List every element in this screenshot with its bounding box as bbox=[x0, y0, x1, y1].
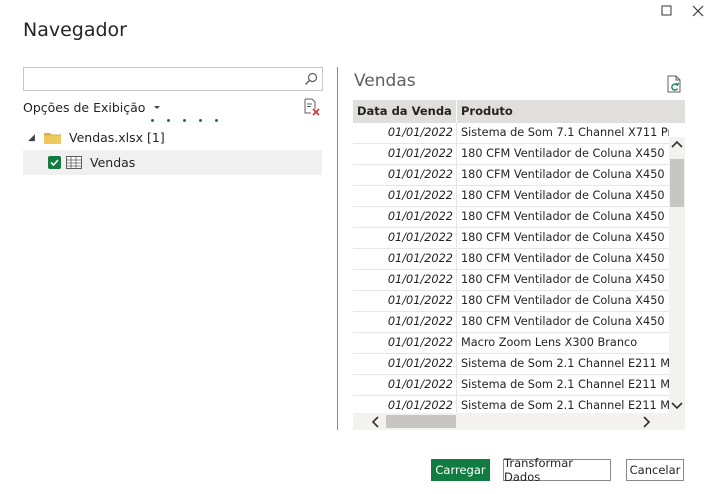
maximize-icon bbox=[661, 5, 672, 16]
grid-header: Data da Venda Produto bbox=[353, 100, 685, 123]
table-row: 01/01/2022 Sistema de Som 2.1 Channel E21… bbox=[353, 354, 669, 375]
cell-product: 180 CFM Ventilador de Coluna X450 Preto bbox=[461, 315, 669, 328]
cell-date: 01/01/2022 bbox=[353, 375, 457, 395]
preview-title: Vendas bbox=[354, 71, 416, 91]
scroll-down-button[interactable] bbox=[669, 399, 685, 413]
cell-product: 180 CFM Ventilador de Coluna X450 Preto bbox=[461, 231, 669, 244]
table-row: 01/01/2022 180 CFM Ventilador de Coluna X… bbox=[353, 165, 669, 186]
chevron-right-icon bbox=[643, 415, 651, 428]
loading-dot bbox=[199, 119, 202, 122]
search-button[interactable] bbox=[300, 68, 322, 90]
cell-date: 01/01/2022 bbox=[353, 270, 457, 290]
maximize-button[interactable] bbox=[657, 2, 677, 20]
cell-date: 01/01/2022 bbox=[353, 354, 457, 374]
cell-date: 01/01/2022 bbox=[353, 144, 457, 164]
cell-product: 180 CFM Ventilador de Coluna X450 Preto bbox=[461, 189, 669, 202]
refresh-icon bbox=[667, 75, 681, 93]
transform-data-button[interactable]: Transformar Dados bbox=[503, 456, 611, 484]
table-row: 01/01/2022 180 CFM Ventilador de Coluna X… bbox=[353, 228, 669, 249]
chevron-down-icon bbox=[154, 105, 161, 109]
tree-item-vendas[interactable]: Vendas bbox=[23, 150, 322, 175]
vertical-scroll-thumb[interactable] bbox=[670, 159, 684, 207]
folder-icon bbox=[44, 133, 61, 144]
table-row: 01/01/2022 180 CFM Ventilador de Coluna X… bbox=[353, 270, 669, 291]
view-options-dropdown[interactable]: Opções de Exibição bbox=[23, 100, 161, 115]
chevron-down-icon bbox=[671, 402, 683, 410]
search-input[interactable] bbox=[24, 68, 301, 90]
scroll-right-button[interactable] bbox=[639, 413, 655, 430]
search-icon bbox=[305, 72, 318, 85]
horizontal-scroll-thumb[interactable] bbox=[386, 415, 456, 428]
table-row: 01/01/2022 180 CFM Ventilador de Coluna X… bbox=[353, 291, 669, 312]
cell-date: 01/01/2022 bbox=[353, 228, 457, 248]
view-options-label: Opções de Exibição bbox=[23, 100, 146, 115]
cell-product: 180 CFM Ventilador de Coluna X450 Preto bbox=[461, 252, 669, 265]
table-row: 01/01/2022 Sistema de Som 7.1 Channel X71… bbox=[353, 123, 669, 144]
cell-date: 01/01/2022 bbox=[353, 207, 457, 227]
cell-product: Macro Zoom Lens X300 Branco bbox=[461, 336, 638, 349]
close-icon bbox=[692, 5, 704, 17]
refresh-button[interactable] bbox=[667, 75, 683, 93]
panel-divider bbox=[337, 67, 338, 430]
cell-product: 180 CFM Ventilador de Coluna X450 Preto bbox=[461, 168, 669, 181]
vendas-checkbox[interactable] bbox=[48, 156, 61, 169]
cancel-button[interactable]: Cancelar bbox=[626, 459, 684, 481]
loading-dot bbox=[167, 119, 170, 122]
cell-product: 180 CFM Ventilador de Coluna X450 Preto bbox=[461, 147, 669, 160]
cell-date: 01/01/2022 bbox=[353, 165, 457, 185]
table-name: Vendas bbox=[90, 155, 136, 170]
table-row: 01/01/2022 Sistema de Som 2.1 Channel E21… bbox=[353, 375, 669, 396]
cell-product: 180 CFM Ventilador de Coluna X450 Preto bbox=[461, 273, 669, 286]
clear-selection-button[interactable] bbox=[303, 98, 321, 116]
grid-rows: 01/01/2022 Sistema de Som 7.1 Channel X71… bbox=[353, 123, 669, 417]
checkmark-icon bbox=[50, 159, 59, 167]
cell-product: Sistema de Som 2.1 Channel E211 Marrom bbox=[461, 357, 669, 370]
loading-dots bbox=[151, 119, 218, 122]
cell-date: 01/01/2022 bbox=[353, 123, 457, 143]
vertical-scrollbar[interactable] bbox=[669, 137, 685, 413]
table-row: 01/01/2022 Macro Zoom Lens X300 Branco bbox=[353, 333, 669, 354]
scroll-left-button[interactable] bbox=[367, 413, 383, 430]
cell-product: 180 CFM Ventilador de Coluna X450 Preto bbox=[461, 294, 669, 307]
cell-date: 01/01/2022 bbox=[353, 186, 457, 206]
preview-grid: Data da Venda Produto 01/01/2022 Sistema … bbox=[353, 100, 685, 430]
clear-selection-icon bbox=[304, 98, 320, 116]
close-button[interactable] bbox=[688, 2, 708, 20]
loading-dot bbox=[183, 119, 186, 122]
cell-product: 180 CFM Ventilador de Coluna X450 Preto bbox=[461, 210, 669, 223]
table-row: 01/01/2022 180 CFM Ventilador de Coluna X… bbox=[353, 249, 669, 270]
cell-date: 01/01/2022 bbox=[353, 291, 457, 311]
dialog-title: Navegador bbox=[23, 19, 127, 41]
table-row: 01/01/2022 180 CFM Ventilador de Coluna X… bbox=[353, 186, 669, 207]
tree-item-file[interactable]: ◢ Vendas.xlsx [1] bbox=[23, 125, 322, 150]
cell-product: Sistema de Som 7.1 Channel X711 Prata bbox=[461, 126, 669, 139]
cell-date: 01/01/2022 bbox=[353, 333, 457, 353]
table-row: 01/01/2022 180 CFM Ventilador de Coluna X… bbox=[353, 144, 669, 165]
column-header[interactable]: Produto bbox=[457, 100, 685, 123]
cell-product: Sistema de Som 2.1 Channel E211 Marrom bbox=[461, 378, 669, 391]
search-box bbox=[23, 67, 323, 91]
cell-date: 01/01/2022 bbox=[353, 249, 457, 269]
scroll-up-button[interactable] bbox=[669, 137, 685, 151]
load-button[interactable]: Carregar bbox=[431, 459, 490, 481]
loading-dot bbox=[215, 119, 218, 122]
table-row: 01/01/2022 180 CFM Ventilador de Coluna X… bbox=[353, 207, 669, 228]
file-name: Vendas.xlsx [1] bbox=[69, 130, 165, 145]
table-row: 01/01/2022 180 CFM Ventilador de Coluna X… bbox=[353, 312, 669, 333]
column-header[interactable]: Data da Venda bbox=[353, 100, 457, 123]
chevron-left-icon bbox=[371, 415, 379, 428]
cell-date: 01/01/2022 bbox=[353, 312, 457, 332]
chevron-up-icon bbox=[671, 140, 683, 148]
loading-dot bbox=[151, 119, 154, 122]
expand-triangle-icon[interactable]: ◢ bbox=[28, 133, 38, 143]
horizontal-scrollbar[interactable] bbox=[353, 413, 685, 430]
table-icon bbox=[66, 156, 82, 169]
